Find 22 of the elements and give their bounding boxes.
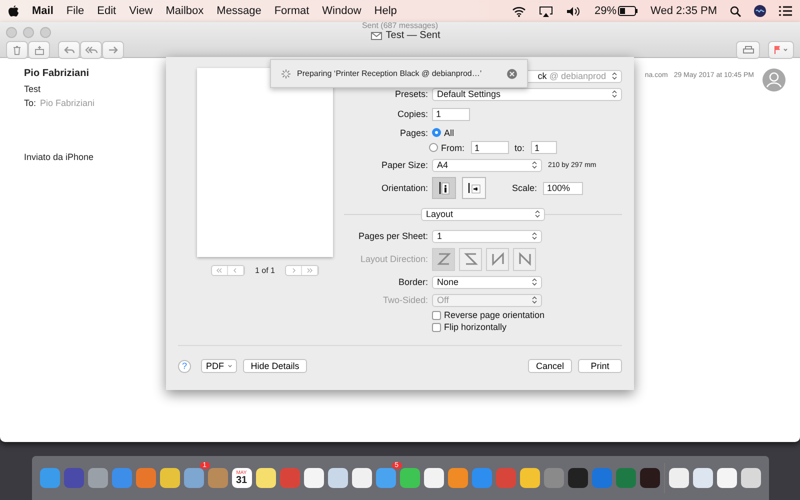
battery-percent: 29% <box>594 5 617 17</box>
to-label: to: <box>514 142 525 152</box>
message-subject: Test <box>24 84 42 94</box>
orientation-label: Orientation: <box>380 183 428 193</box>
window-title: Test — Sent <box>370 30 440 41</box>
background-window-title: Sent (687 messages) <box>362 22 438 30</box>
paper-size-label: Paper Size: <box>380 160 428 170</box>
recipient-name: Pio Fabriziani <box>40 98 95 108</box>
scale-label: Scale: <box>512 183 538 193</box>
copies-label: Copies: <box>396 109 428 119</box>
presets-label: Presets: <box>394 89 428 99</box>
two-sided-label: Two-Sided: <box>382 295 428 305</box>
calendar-day: 31 <box>236 476 248 486</box>
progress-message: Preparing ‘Printer Reception Black @ debianprod…’ <box>297 69 482 78</box>
pages-per-sheet-label: Pages per Sheet: <box>357 231 428 241</box>
pages-label: Pages: <box>398 128 428 138</box>
message-body: Inviato da iPhone <box>24 152 94 162</box>
sender-name: Pio Fabriziani <box>24 68 90 79</box>
border-label: Border: <box>397 277 428 287</box>
layout-direction-label: Layout Direction: <box>359 254 428 264</box>
to-label: To: <box>24 98 36 108</box>
page-count: 1 of 1 <box>254 266 275 275</box>
